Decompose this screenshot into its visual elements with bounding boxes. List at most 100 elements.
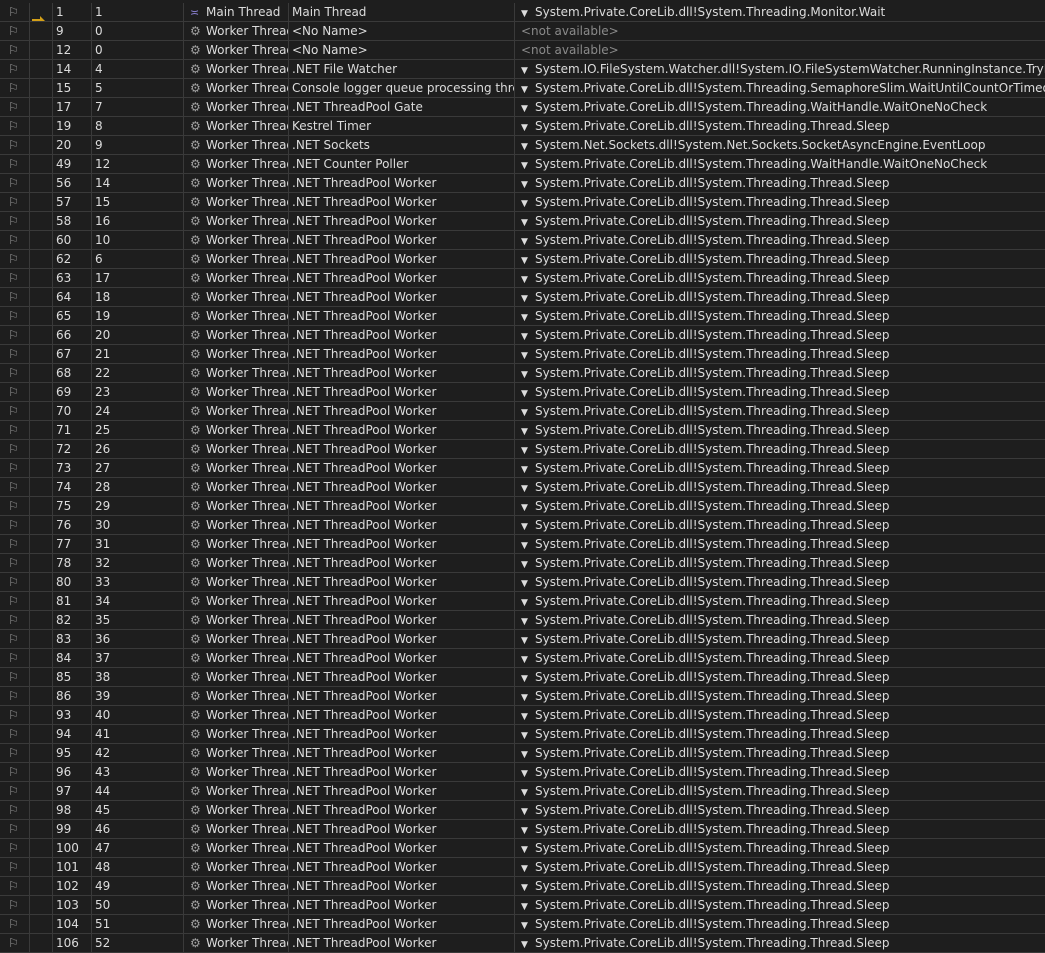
chevron-down-icon[interactable]: ▼ (521, 518, 535, 534)
flag-icon[interactable]: ⚐ (8, 157, 19, 171)
flag-icon[interactable]: ⚐ (8, 537, 19, 551)
location-cell[interactable]: ▼ System.Private.CoreLib.dll!System.Threa… (515, 117, 1045, 135)
flag-cell[interactable]: ⚐ (0, 269, 30, 287)
location-cell[interactable]: ▼ System.Private.CoreLib.dll!System.Threa… (515, 79, 1045, 97)
flag-icon[interactable]: ⚐ (8, 841, 19, 855)
chevron-down-icon[interactable]: ▼ (521, 5, 535, 21)
flag-cell[interactable]: ⚐ (0, 364, 30, 382)
thread-row[interactable]: ⚐ 65 19 ⚙ Worker Thread .NET ThreadPool Worke… (0, 307, 1045, 326)
flag-icon[interactable]: ⚐ (8, 385, 19, 399)
chevron-down-icon[interactable]: ▼ (521, 366, 535, 382)
thread-row[interactable]: ⚐ 66 20 ⚙ Worker Thread .NET ThreadPool Worke… (0, 326, 1045, 345)
thread-row[interactable]: ⚐ 20 9 ⚙ Worker Thread .NET Sockets ▼ System.Ne… (0, 136, 1045, 155)
chevron-down-icon[interactable]: ▼ (521, 898, 535, 914)
flag-cell[interactable]: ⚐ (0, 136, 30, 154)
flag-icon[interactable]: ⚐ (8, 271, 19, 285)
flag-icon[interactable]: ⚐ (8, 594, 19, 608)
location-cell[interactable]: ▼ System.Private.CoreLib.dll!System.Threa… (515, 174, 1045, 192)
thread-row[interactable]: ⚐ 14 4 ⚙ Worker Thread .NET File Watcher ▼ Syst… (0, 60, 1045, 79)
thread-row[interactable]: ⚐ 19 8 ⚙ Worker Thread Kestrel Timer ▼ System.P… (0, 117, 1045, 136)
flag-icon[interactable]: ⚐ (8, 803, 19, 817)
location-cell[interactable]: ▼ System.Private.CoreLib.dll!System.Threa… (515, 288, 1045, 306)
chevron-down-icon[interactable]: ▼ (521, 651, 535, 667)
flag-icon[interactable]: ⚐ (8, 252, 19, 266)
chevron-down-icon[interactable]: ▼ (521, 822, 535, 838)
chevron-down-icon[interactable]: ▼ (521, 233, 535, 249)
chevron-down-icon[interactable]: ▼ (521, 670, 535, 686)
flag-cell[interactable]: ⚐ (0, 934, 30, 952)
flag-cell[interactable]: ⚐ (0, 3, 30, 21)
location-cell[interactable]: ▼ System.Private.CoreLib.dll!System.Threa… (515, 630, 1045, 648)
chevron-down-icon[interactable]: ▼ (521, 119, 535, 135)
flag-cell[interactable]: ⚐ (0, 497, 30, 515)
flag-cell[interactable]: ⚐ (0, 858, 30, 876)
location-cell[interactable]: ▼ System.Private.CoreLib.dll!System.Threa… (515, 440, 1045, 458)
thread-row[interactable]: ⚐ 93 40 ⚙ Worker Thread .NET ThreadPool Worke… (0, 706, 1045, 725)
flag-cell[interactable]: ⚐ (0, 687, 30, 705)
flag-icon[interactable]: ⚐ (8, 575, 19, 589)
location-cell[interactable]: ▼ System.Private.CoreLib.dll!System.Threa… (515, 725, 1045, 743)
thread-row[interactable]: ⚐ 62 6 ⚙ Worker Thread .NET ThreadPool Worker… (0, 250, 1045, 269)
chevron-down-icon[interactable]: ▼ (521, 385, 535, 401)
flag-icon[interactable]: ⚐ (8, 784, 19, 798)
flag-cell[interactable]: ⚐ (0, 98, 30, 116)
chevron-down-icon[interactable]: ▼ (521, 765, 535, 781)
location-cell[interactable]: ▼ System.Private.CoreLib.dll!System.Threa… (515, 3, 1045, 21)
thread-row[interactable]: ⚐ 60 10 ⚙ Worker Thread .NET ThreadPool Worke… (0, 231, 1045, 250)
location-cell[interactable]: ▼ System.Private.CoreLib.dll!System.Threa… (515, 649, 1045, 667)
flag-icon[interactable]: ⚐ (8, 860, 19, 874)
thread-row[interactable]: ⚐ 104 51 ⚙ Worker Thread .NET ThreadPool Work… (0, 915, 1045, 934)
flag-icon[interactable]: ⚐ (8, 689, 19, 703)
location-cell[interactable]: ▼ System.Private.CoreLib.dll!System.Threa… (515, 763, 1045, 781)
thread-row[interactable]: ⚐ 100 47 ⚙ Worker Thread .NET ThreadPool Work… (0, 839, 1045, 858)
location-cell[interactable]: <not available> (515, 41, 1045, 59)
thread-row[interactable]: ⚐ 97 44 ⚙ Worker Thread .NET ThreadPool Worke… (0, 782, 1045, 801)
flag-cell[interactable]: ⚐ (0, 668, 30, 686)
flag-cell[interactable]: ⚐ (0, 288, 30, 306)
location-cell[interactable]: ▼ System.Private.CoreLib.dll!System.Threa… (515, 421, 1045, 439)
location-cell[interactable]: ▼ System.Private.CoreLib.dll!System.Threa… (515, 839, 1045, 857)
flag-icon[interactable]: ⚐ (8, 746, 19, 760)
flag-icon[interactable]: ⚐ (8, 556, 19, 570)
chevron-down-icon[interactable]: ▼ (521, 727, 535, 743)
flag-icon[interactable]: ⚐ (8, 404, 19, 418)
flag-icon[interactable]: ⚐ (8, 366, 19, 380)
location-cell[interactable]: ▼ System.Private.CoreLib.dll!System.Threa… (515, 383, 1045, 401)
chevron-down-icon[interactable]: ▼ (521, 537, 535, 553)
flag-icon[interactable]: ⚐ (8, 290, 19, 304)
chevron-down-icon[interactable]: ▼ (521, 138, 535, 154)
thread-row[interactable]: ⚐ 58 16 ⚙ Worker Thread .NET ThreadPool Worke… (0, 212, 1045, 231)
location-cell[interactable]: ▼ System.Private.CoreLib.dll!System.Threa… (515, 877, 1045, 895)
location-cell[interactable]: ▼ System.Private.CoreLib.dll!System.Threa… (515, 934, 1045, 952)
thread-row[interactable]: ⚐ 75 29 ⚙ Worker Thread .NET ThreadPool Worke… (0, 497, 1045, 516)
chevron-down-icon[interactable]: ▼ (521, 594, 535, 610)
flag-icon[interactable]: ⚐ (8, 480, 19, 494)
flag-icon[interactable]: ⚐ (8, 651, 19, 665)
flag-cell[interactable]: ⚐ (0, 478, 30, 496)
flag-icon[interactable]: ⚐ (8, 24, 19, 38)
location-cell[interactable]: ▼ System.Private.CoreLib.dll!System.Threa… (515, 611, 1045, 629)
chevron-down-icon[interactable]: ▼ (521, 803, 535, 819)
location-cell[interactable]: ▼ System.Private.CoreLib.dll!System.Threa… (515, 744, 1045, 762)
chevron-down-icon[interactable]: ▼ (521, 461, 535, 477)
thread-row[interactable]: ⚐ 57 15 ⚙ Worker Thread .NET ThreadPool Worke… (0, 193, 1045, 212)
flag-cell[interactable]: ⚐ (0, 554, 30, 572)
flag-icon[interactable]: ⚐ (8, 214, 19, 228)
chevron-down-icon[interactable]: ▼ (521, 879, 535, 895)
location-cell[interactable]: ▼ System.Private.CoreLib.dll!System.Threa… (515, 402, 1045, 420)
chevron-down-icon[interactable]: ▼ (521, 309, 535, 325)
thread-row[interactable]: ⚐ 71 25 ⚙ Worker Thread .NET ThreadPool Worke… (0, 421, 1045, 440)
flag-cell[interactable]: ⚐ (0, 839, 30, 857)
chevron-down-icon[interactable]: ▼ (521, 708, 535, 724)
location-cell[interactable]: ▼ System.Private.CoreLib.dll!System.Threa… (515, 668, 1045, 686)
flag-icon[interactable]: ⚐ (8, 347, 19, 361)
location-cell[interactable]: ▼ System.Private.CoreLib.dll!System.Threa… (515, 478, 1045, 496)
location-cell[interactable]: ▼ System.Private.CoreLib.dll!System.Threa… (515, 782, 1045, 800)
thread-row[interactable]: ⚐ 76 30 ⚙ Worker Thread .NET ThreadPool Worke… (0, 516, 1045, 535)
location-cell[interactable]: ▼ System.Private.CoreLib.dll!System.Threa… (515, 307, 1045, 325)
location-cell[interactable]: ▼ System.Private.CoreLib.dll!System.Threa… (515, 801, 1045, 819)
chevron-down-icon[interactable]: ▼ (521, 100, 535, 116)
flag-cell[interactable]: ⚐ (0, 896, 30, 914)
chevron-down-icon[interactable]: ▼ (521, 860, 535, 876)
chevron-down-icon[interactable]: ▼ (521, 784, 535, 800)
